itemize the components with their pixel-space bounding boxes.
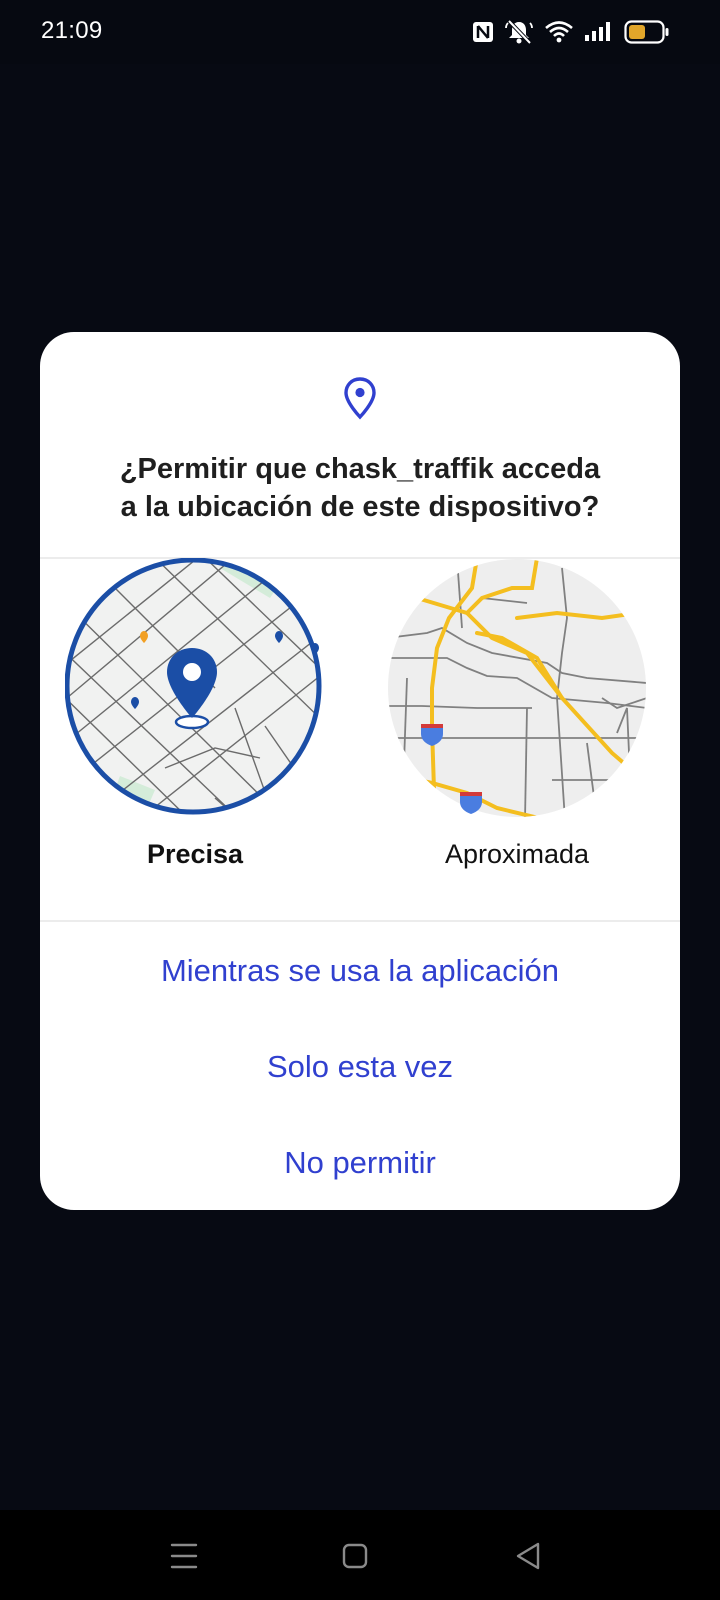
- back-icon[interactable]: [508, 1536, 548, 1576]
- signal-icon: [585, 22, 610, 41]
- status-time: 21:09: [41, 17, 103, 44]
- dialog-title: ¿Permitir que chask_traffik acceda a la …: [80, 450, 640, 526]
- mute-icon: [505, 19, 533, 45]
- option-approximate[interactable]: Aproximada: [382, 558, 652, 920]
- dialog-title-line2: a la ubicación de este dispositivo?: [120, 491, 600, 523]
- divider: [40, 920, 680, 922]
- status-icons: [472, 18, 670, 46]
- dialog-title-line1: ¿Permitir que chask_traffik acceda: [119, 453, 601, 485]
- nfc-icon: [473, 22, 493, 42]
- option-precise-label: Precisa: [146, 839, 244, 869]
- precise-map-icon: [65, 558, 322, 815]
- allow-once-button[interactable]: Solo esta vez: [40, 1032, 680, 1102]
- wifi-icon: [545, 21, 573, 43]
- allow-while-using-button[interactable]: Mientras se usa la aplicación: [40, 936, 680, 1006]
- status-bar: 21:09: [0, 0, 720, 64]
- option-precise[interactable]: Precisa: [60, 558, 330, 920]
- battery-icon: [624, 20, 669, 44]
- approximate-map-icon: [388, 559, 646, 817]
- navigation-bar: [0, 1510, 720, 1600]
- option-approximate-label: Aproximada: [444, 839, 590, 869]
- permission-dialog: ¿Permitir que chask_traffik acceda a la …: [40, 332, 680, 1210]
- home-icon[interactable]: [335, 1536, 375, 1576]
- deny-button[interactable]: No permitir: [40, 1128, 680, 1198]
- location-pin-icon: [344, 377, 376, 420]
- menu-icon[interactable]: [164, 1536, 204, 1576]
